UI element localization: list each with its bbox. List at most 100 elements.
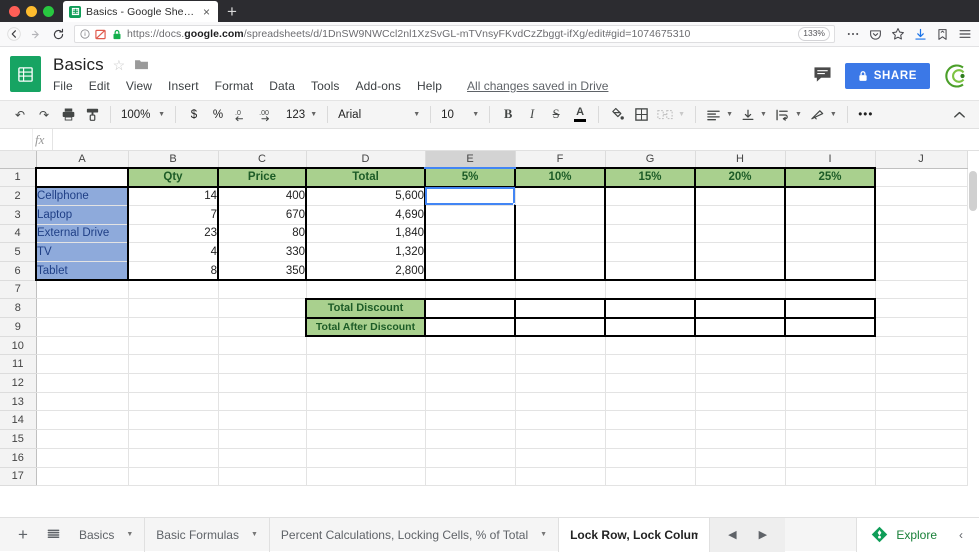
cell-b17[interactable] [128, 467, 218, 486]
cell-j9[interactable] [875, 318, 967, 337]
move-to-folder-icon[interactable] [134, 58, 149, 73]
cell-g14[interactable] [605, 411, 695, 430]
cell-j7[interactable] [875, 280, 967, 299]
borders-icon[interactable] [629, 103, 653, 127]
row-header-10[interactable]: 10 [0, 336, 36, 355]
menu-data[interactable]: Data [269, 79, 295, 93]
cell-c8[interactable] [218, 299, 306, 318]
cell-a15[interactable] [36, 430, 128, 449]
percent-format-button[interactable]: % [206, 103, 230, 127]
cell-j16[interactable] [875, 448, 967, 467]
cell-f7[interactable] [515, 280, 605, 299]
row-header-9[interactable]: 9 [0, 318, 36, 337]
cell-f5[interactable] [515, 243, 605, 262]
cell-j5[interactable] [875, 243, 967, 262]
row-header-1[interactable]: 1 [0, 168, 36, 187]
cell-c13[interactable] [218, 392, 306, 411]
menu-tools[interactable]: Tools [311, 79, 340, 93]
sheet-tab-basics[interactable]: Basics ▼ [68, 518, 145, 552]
sheet-tab-lock-row-lock-column[interactable]: Lock Row, Lock Column [559, 518, 710, 552]
cell-e10[interactable] [425, 336, 515, 355]
cell-f9[interactable] [515, 318, 605, 337]
cell-h12[interactable] [695, 374, 785, 393]
cell-h11[interactable] [695, 355, 785, 374]
cell-g16[interactable] [605, 448, 695, 467]
cell-a14[interactable] [36, 411, 128, 430]
forward-icon[interactable] [30, 28, 43, 41]
cell-j4[interactable] [875, 224, 967, 243]
cell-i15[interactable] [785, 430, 875, 449]
mixed-content-icon[interactable] [95, 29, 106, 40]
info-icon[interactable] [79, 29, 90, 40]
vertical-align-icon[interactable]: ▼ [737, 104, 771, 126]
cell-a17[interactable] [36, 467, 128, 486]
cell-b13[interactable] [128, 392, 218, 411]
cell-f10[interactable] [515, 336, 605, 355]
cell-b5[interactable]: 4 [128, 243, 218, 262]
explore-button[interactable]: Explore [865, 526, 943, 543]
row-header-5[interactable]: 5 [0, 243, 36, 262]
column-header-d[interactable]: D [306, 151, 425, 168]
cell-a5[interactable]: TV [36, 243, 128, 262]
cell-a16[interactable] [36, 448, 128, 467]
chevron-down-icon[interactable]: ▼ [126, 531, 133, 538]
pocket-icon[interactable] [869, 28, 882, 41]
cell-c6[interactable]: 350 [218, 261, 306, 280]
cell-c3[interactable]: 670 [218, 205, 306, 224]
cell-i8[interactable] [785, 299, 875, 318]
cell-i9[interactable] [785, 318, 875, 337]
cell-f11[interactable] [515, 355, 605, 374]
cell-i1[interactable]: 25% [785, 168, 875, 187]
row-header-15[interactable]: 15 [0, 430, 36, 449]
cell-g17[interactable] [605, 467, 695, 486]
cell-j10[interactable] [875, 336, 967, 355]
number-format-selector[interactable]: 123▼ [282, 104, 321, 126]
page-actions-icon[interactable] [846, 27, 860, 41]
menu-format[interactable]: Format [215, 79, 254, 93]
new-tab-button[interactable]: + [227, 3, 237, 22]
page-title[interactable]: Basics [53, 55, 104, 75]
print-icon[interactable] [56, 103, 80, 127]
cell-e1[interactable]: 5% [425, 168, 515, 187]
italic-button[interactable]: I [520, 103, 544, 127]
cell-b4[interactable]: 23 [128, 224, 218, 243]
cell-j12[interactable] [875, 374, 967, 393]
cell-g10[interactable] [605, 336, 695, 355]
cell-d1[interactable]: Total [306, 168, 425, 187]
collapse-toolbar-button[interactable] [947, 103, 971, 127]
comment-icon[interactable] [813, 66, 832, 86]
menu-insert[interactable]: Insert [168, 79, 199, 93]
cell-e9[interactable] [425, 318, 515, 337]
browser-tab[interactable]: Basics - Google Sheets × [63, 1, 218, 22]
cell-f17[interactable] [515, 467, 605, 486]
cell-g11[interactable] [605, 355, 695, 374]
formula-input[interactable] [52, 129, 979, 150]
cell-c4[interactable]: 80 [218, 224, 306, 243]
column-header-c[interactable]: C [218, 151, 306, 168]
column-header-b[interactable]: B [128, 151, 218, 168]
cell-a9[interactable] [36, 318, 128, 337]
cell-e5[interactable] [425, 243, 515, 262]
cell-b2[interactable]: 14 [128, 187, 218, 206]
cell-d9[interactable]: Total After Discount [306, 318, 425, 337]
cell-f15[interactable] [515, 430, 605, 449]
row-header-3[interactable]: 3 [0, 205, 36, 224]
close-window-button[interactable] [9, 6, 20, 17]
star-icon[interactable]: ☆ [113, 57, 126, 74]
cell-c15[interactable] [218, 430, 306, 449]
downloads-icon[interactable] [914, 28, 927, 41]
cell-j13[interactable] [875, 392, 967, 411]
cell-d12[interactable] [306, 374, 425, 393]
url-bar[interactable]: https://docs.google.com/spreadsheets/d/1… [74, 25, 835, 43]
row-header-12[interactable]: 12 [0, 374, 36, 393]
column-header-e[interactable]: E [425, 151, 515, 168]
cell-c1[interactable]: Price [218, 168, 306, 187]
sheet-tab-basic-formulas[interactable]: Basic Formulas ▼ [145, 518, 270, 552]
reload-icon[interactable] [52, 28, 65, 41]
cell-d3[interactable]: 4,690 [306, 205, 425, 224]
cell-a11[interactable] [36, 355, 128, 374]
cell-h8[interactable] [695, 299, 785, 318]
cell-j1[interactable] [875, 168, 967, 187]
cell-i7[interactable] [785, 280, 875, 299]
cell-b6[interactable]: 8 [128, 261, 218, 280]
